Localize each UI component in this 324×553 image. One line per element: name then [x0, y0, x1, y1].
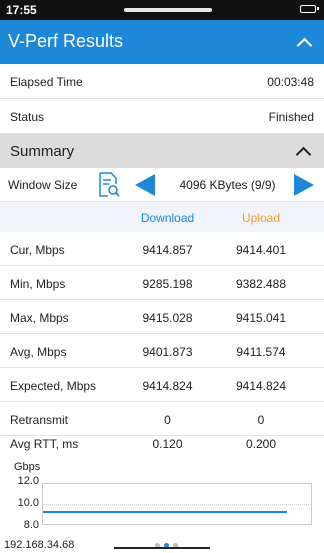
row-name: Min, Mbps [10, 277, 66, 291]
table-row: Expected, Mbps 9414.824 9414.824 [0, 368, 324, 402]
throughput-series-line [43, 511, 287, 513]
row-name: Avg, Mbps [10, 345, 67, 359]
status-notch [124, 8, 212, 12]
upload-value: 9414.401 [235, 243, 287, 257]
arrow-left-icon[interactable] [135, 174, 155, 196]
download-value: 0.120 [152, 437, 183, 451]
table-row: Avg, Mbps 9401.873 9411.574 [0, 334, 324, 368]
table-row: Avg RTT, ms 0.120 0.200 [0, 426, 324, 458]
chart-tick-label: 8.0 [23, 519, 39, 531]
status-time: 17:55 [6, 3, 37, 17]
ip-address: 192.168.34.68 [4, 539, 75, 551]
upload-value: 9414.824 [235, 379, 287, 393]
status-label: Status [10, 110, 45, 124]
upload-value: 9382.488 [235, 277, 287, 291]
row-name: Max, Mbps [10, 311, 69, 325]
download-value: 9401.873 [142, 345, 193, 359]
upload-value: 9415.041 [235, 311, 287, 325]
window-size-row: Window Size 4096 KBytes (9/9) [0, 168, 324, 202]
table-row: Max, Mbps 9415.028 9415.041 [0, 300, 324, 334]
download-value: 9414.824 [142, 379, 193, 393]
status-value: Finished [268, 110, 314, 124]
download-value: 9285.198 [142, 277, 193, 291]
download-value: 9415.028 [142, 311, 193, 325]
row-name: Cur, Mbps [10, 243, 65, 257]
upload-value: 0.200 [245, 437, 277, 451]
throughput-chart [42, 483, 312, 525]
status-bar: 17:55 [0, 0, 324, 20]
elapsed-time-value: 00:03:48 [267, 75, 314, 89]
chart-gridline [43, 504, 311, 505]
download-column-header: Download [140, 211, 195, 225]
summary-title: Summary [10, 143, 75, 160]
collapse-summary-chevron-up-icon[interactable] [295, 146, 312, 163]
app-bar: V-Perf Results [0, 20, 324, 64]
chart-tick-label: 10.0 [17, 497, 39, 509]
bottom-bar: 192.168.34.68 [0, 539, 324, 551]
upload-column-header: Upload [241, 211, 281, 225]
row-name: Retransmit [10, 413, 69, 427]
document-search-icon[interactable] [97, 172, 121, 198]
arrow-right-icon[interactable] [294, 174, 314, 196]
table-row: Min, Mbps 9285.198 9382.488 [0, 266, 324, 300]
results-table-header: Download Upload [0, 202, 324, 232]
row-name: Avg RTT, ms [10, 437, 79, 451]
chart-y-axis-label: Gbps [14, 461, 41, 473]
status-row: Status Finished [0, 99, 324, 134]
summary-section-header[interactable]: Summary [0, 134, 324, 168]
download-value: 9414.857 [142, 243, 193, 257]
window-size-label: Window Size [8, 178, 78, 192]
battery-icon [300, 5, 319, 13]
page-title: V-Perf Results [8, 31, 124, 51]
collapse-results-chevron-up-icon[interactable] [296, 37, 313, 54]
elapsed-time-row: Elapsed Time 00:03:48 [0, 64, 324, 99]
window-size-value: 4096 KBytes (9/9) [179, 178, 276, 192]
upload-value: 0 [257, 413, 265, 427]
chart-tick-label: 12.0 [17, 475, 39, 487]
table-row: Cur, Mbps 9414.857 9414.401 [0, 232, 324, 266]
page-indicator [153, 535, 180, 553]
elapsed-time-label: Elapsed Time [10, 75, 83, 89]
upload-value: 9411.574 [236, 345, 286, 359]
download-value: 0 [164, 413, 171, 427]
row-name: Expected, Mbps [10, 379, 97, 393]
